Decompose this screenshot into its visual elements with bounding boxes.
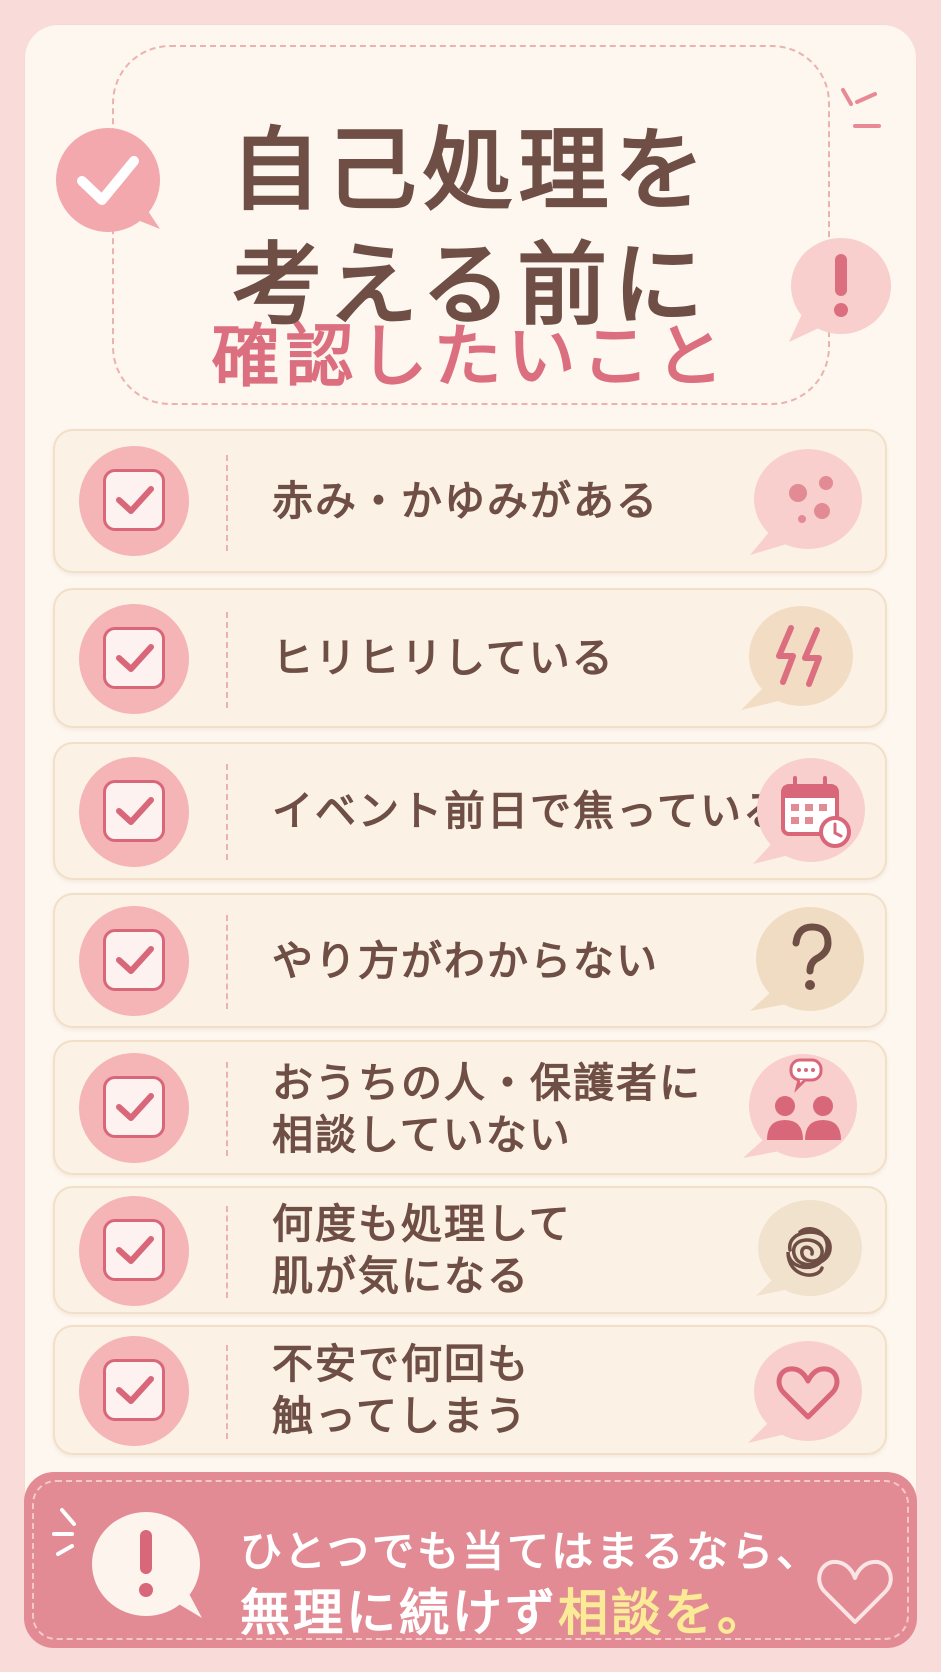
checkbox-circle	[79, 1336, 189, 1446]
row-divider	[226, 612, 228, 708]
sparkle-lines-icon	[841, 88, 881, 128]
checkbox-circle	[79, 1196, 189, 1306]
checklist-item-text: 何度も処理して 肌が気になる	[272, 1200, 572, 1300]
banner-highlight-text: 相談を。	[558, 1584, 770, 1642]
check-bubble-icon	[56, 128, 160, 232]
checklist-item: イベント前日で焦っている	[53, 742, 887, 880]
question-mark-icon	[750, 907, 864, 1011]
checklist-item-text: 赤み・かゆみがある	[272, 477, 659, 525]
banner-line-1: ひとつでも当てはまるなら、	[240, 1527, 822, 1576]
lightning-icon	[741, 606, 853, 710]
checklist-item-text: ヒリヒリしている	[272, 634, 615, 682]
checkbox-circle	[79, 757, 189, 867]
row-divider	[226, 1345, 228, 1439]
row-divider	[226, 1206, 228, 1298]
banner-line-2: 無理に続けず相談を。	[240, 1573, 770, 1645]
checkbox-checked-icon	[103, 627, 165, 689]
heart-icon	[748, 1341, 862, 1443]
calendar-clock-icon	[753, 758, 865, 864]
checkbox-circle	[79, 906, 189, 1016]
checklist-item: 不安で何回も 触ってしまう	[53, 1325, 887, 1455]
checkbox-checked-icon	[103, 780, 165, 842]
checkbox-checked-icon	[103, 1076, 165, 1138]
row-divider	[226, 455, 228, 551]
checklist-item: 何度も処理して 肌が気になる	[53, 1186, 887, 1314]
exclamation-bubble-icon	[789, 238, 891, 342]
checklist-item: おうちの人・保護者に 相談していない	[53, 1040, 887, 1175]
checklist-item-text: おうちの人・保護者に 相談していない	[272, 1059, 702, 1159]
checkbox-checked-icon	[103, 1219, 165, 1281]
people-chat-icon	[743, 1054, 857, 1158]
heart-outline-icon	[817, 1559, 893, 1624]
row-divider	[226, 915, 228, 1009]
row-divider	[226, 1062, 228, 1156]
checklist-item-text: 不安で何回も 触ってしまう	[272, 1340, 530, 1440]
checkbox-checked-icon	[103, 1359, 165, 1421]
checkbox-checked-icon	[103, 469, 165, 531]
checkbox-circle	[79, 1053, 189, 1163]
checklist-item-text: やり方がわからない	[272, 937, 659, 985]
checkbox-checked-icon	[103, 929, 165, 991]
checkbox-circle	[79, 604, 189, 714]
row-divider	[226, 764, 228, 860]
checklist-item: ヒリヒリしている	[53, 588, 887, 728]
skin-dots-icon	[750, 449, 862, 555]
checklist-item: やり方がわからない	[53, 893, 887, 1028]
checklist-item: 赤み・かゆみがある	[53, 429, 887, 573]
checkbox-circle	[79, 446, 189, 556]
exclamation-bubble-icon	[92, 1512, 202, 1618]
tangled-scribble-icon	[756, 1200, 862, 1296]
checklist-item-text: イベント前日で焦っている	[272, 787, 786, 835]
banner-line-2-prefix: 無理に続けず	[240, 1584, 558, 1642]
